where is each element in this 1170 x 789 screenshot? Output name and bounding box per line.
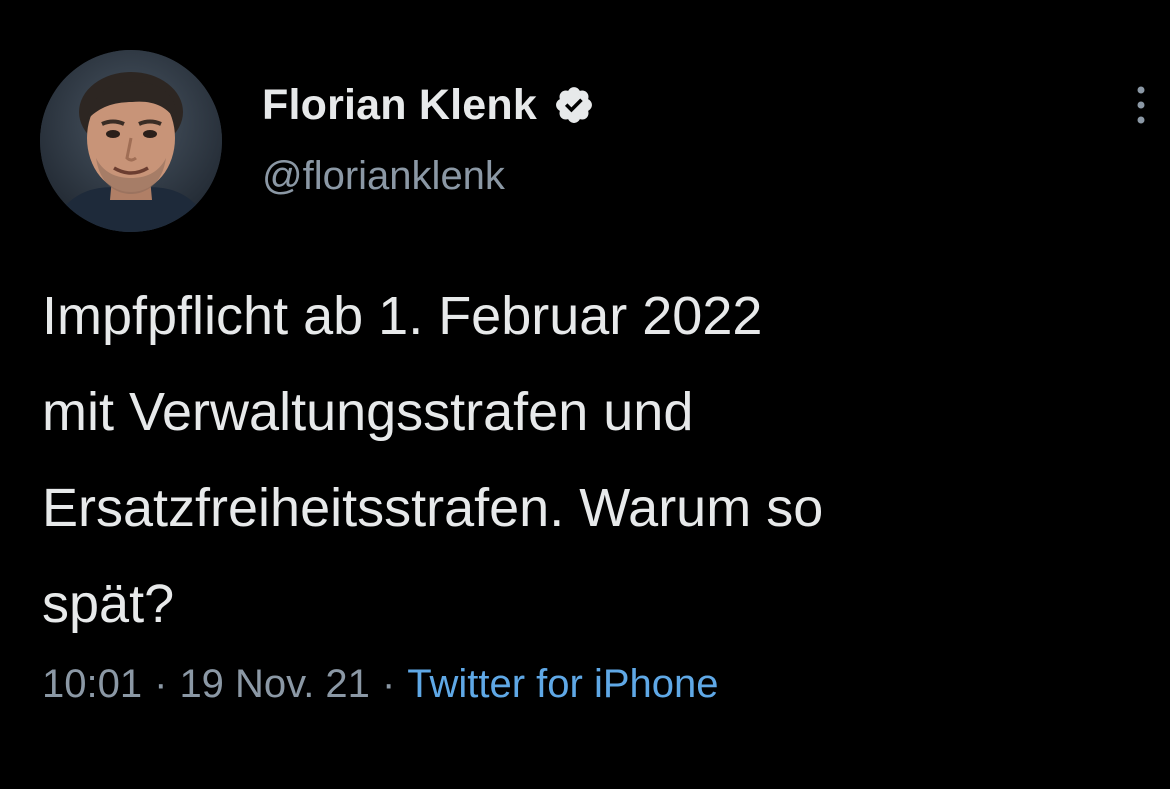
author-handle[interactable]: @florianklenk: [262, 154, 505, 199]
tweet-meta: 10:01 · 19 Nov. 21 · Twitter for iPhone: [42, 656, 719, 712]
profile-photo: [40, 50, 222, 232]
tweet-source-link[interactable]: Twitter for iPhone: [407, 662, 718, 707]
tweet-text: Impfpflicht ab 1. Februar 2022 mit Verwa…: [42, 286, 824, 634]
tweet-date[interactable]: 19 Nov. 21: [179, 662, 370, 707]
tweet-time[interactable]: 10:01: [42, 662, 142, 707]
meta-separator: ·: [381, 661, 396, 706]
more-vertical-icon[interactable]: [1128, 80, 1154, 130]
verified-badge-icon: [553, 84, 595, 126]
meta-separator: ·: [154, 661, 168, 706]
tweet: Florian Klenk @florianklenk Impfpflicht …: [0, 0, 1170, 789]
avatar[interactable]: [40, 50, 222, 232]
display-name[interactable]: Florian Klenk: [262, 81, 537, 130]
author-name-row[interactable]: Florian Klenk: [262, 80, 595, 130]
